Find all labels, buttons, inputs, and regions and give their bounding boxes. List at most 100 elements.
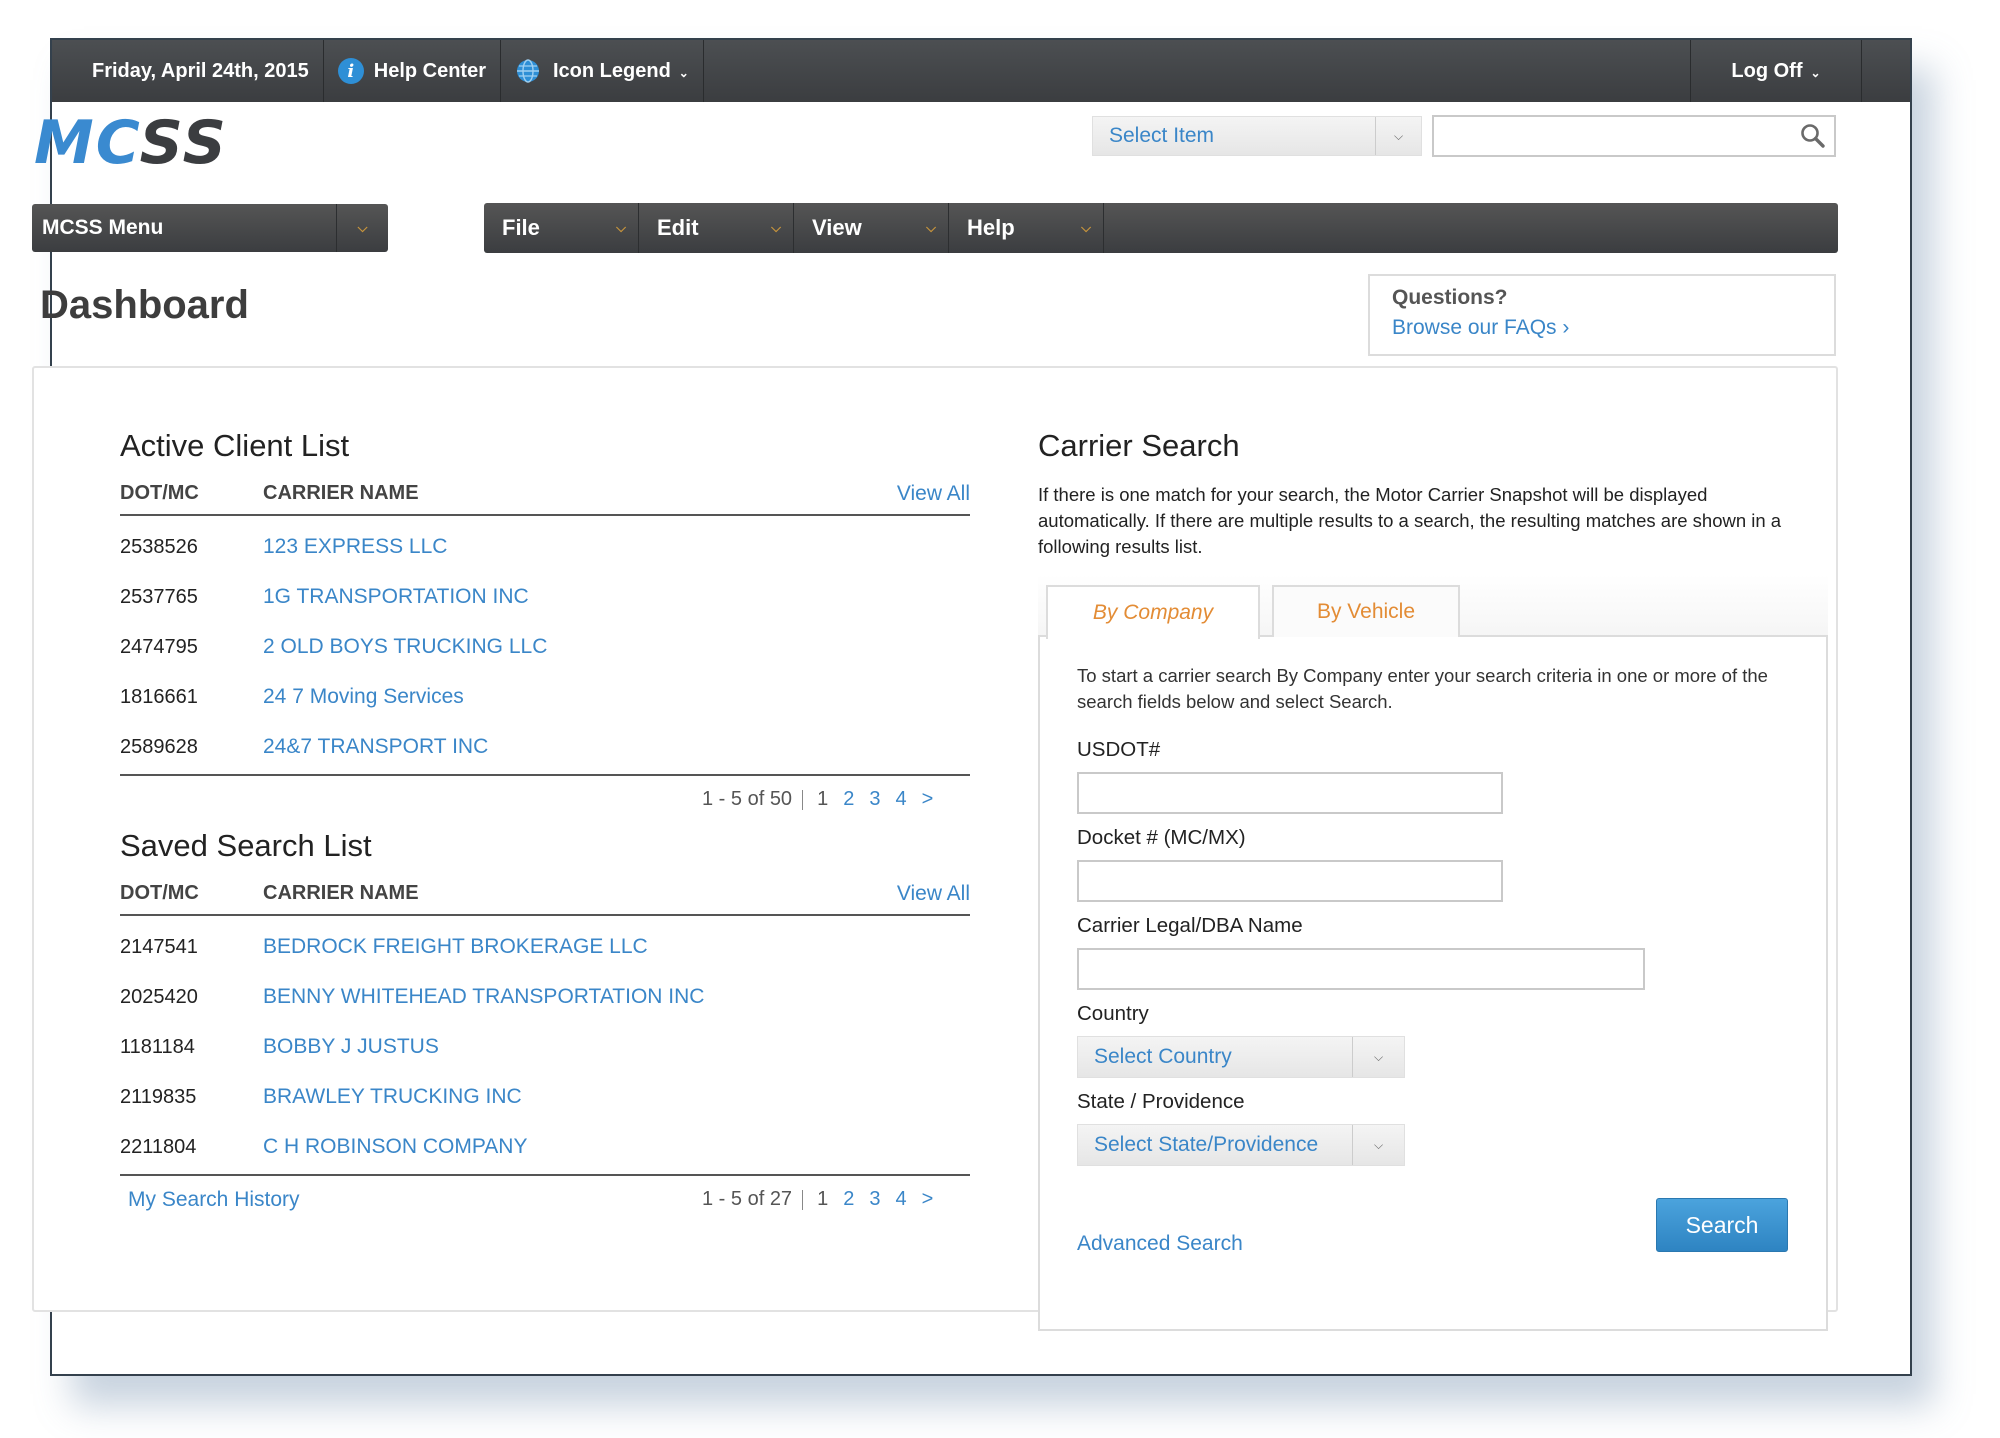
col-dot-mc: DOT/MC (120, 482, 199, 504)
pager-page-1[interactable]: 1 (817, 1188, 828, 1211)
active-client-list-header: DOT/MC CARRIER NAME View All (120, 478, 970, 516)
dot-number: 2211804 (120, 1136, 197, 1158)
icon-legend-label: Icon Legend (553, 59, 671, 82)
chevron-down-icon: ⌵ (771, 220, 781, 235)
help-center-label: Help Center (373, 59, 486, 82)
carrier-name-link[interactable]: 123 EXPRESS LLC (263, 535, 447, 559)
search-icon[interactable] (1800, 123, 1826, 149)
carrier-search-title: Carrier Search (1038, 428, 1240, 463)
carrier-name-link[interactable]: BOBBY J JUSTUS (263, 1035, 439, 1059)
select-item-dropdown[interactable]: Select Item ⌵ (1092, 116, 1422, 156)
menu-file[interactable]: File ⌵ (484, 203, 639, 253)
log-off-dropdown[interactable]: Log Off ⌄ (1690, 40, 1862, 102)
state-select-label: Select State/Providence (1094, 1133, 1319, 1156)
chevron-down-icon: ⌵ (1352, 1125, 1404, 1165)
state-select[interactable]: Select State/Providence ⌵ (1077, 1124, 1405, 1166)
usdot-input[interactable] (1079, 774, 1501, 812)
pager-page-3[interactable]: 3 (869, 788, 880, 811)
icon-legend-dropdown[interactable]: Icon Legend ⌄ (501, 40, 704, 102)
saved-search-pager: 1 - 5 of 27 1 2 3 4 > (702, 1188, 948, 1211)
table-row: 2537765 1G TRANSPORTATION INC (120, 572, 970, 622)
carrier-name-link[interactable]: 24 7 Moving Services (263, 685, 464, 709)
menu-view[interactable]: View ⌵ (794, 203, 949, 253)
info-icon: i (337, 58, 364, 84)
docket-label: Docket # (MC/MX) (1077, 826, 1246, 849)
chevron-down-icon: ⌵ (616, 220, 626, 235)
usdot-label: USDOT# (1077, 738, 1161, 761)
carrier-name-label: Carrier Legal/DBA Name (1077, 914, 1303, 937)
active-client-pager: 1 - 5 of 50 1 2 3 4 > (702, 788, 948, 811)
pager-page-1[interactable]: 1 (817, 788, 828, 811)
carrier-name-field[interactable] (1077, 948, 1645, 990)
tab-by-company[interactable]: By Company (1046, 585, 1260, 639)
pager-page-2[interactable]: 2 (843, 788, 854, 811)
carrier-name-link[interactable]: BENNY WHITEHEAD TRANSPORTATION INC (263, 985, 704, 1009)
carrier-name-link[interactable]: 1G TRANSPORTATION INC (263, 585, 529, 609)
carrier-name-link[interactable]: 2 OLD BOYS TRUCKING LLC (263, 635, 547, 659)
pager-separator (802, 789, 804, 810)
menu-view-label: View (812, 215, 862, 240)
search-button[interactable]: Search (1656, 1198, 1788, 1252)
faq-link[interactable]: Browse our FAQs › (1392, 316, 1812, 340)
chevron-down-icon: ⌵ (1352, 1037, 1404, 1077)
dot-number: 1181184 (120, 1036, 195, 1058)
menu-bar: File ⌵ Edit ⌵ View ⌵ Help ⌵ (484, 203, 1838, 253)
table-row: 2147541 BEDROCK FREIGHT BROKERAGE LLC (120, 922, 970, 972)
col-carrier-name: CARRIER NAME (263, 482, 419, 504)
table-row: 2119835 BRAWLEY TRUCKING INC (120, 1072, 970, 1122)
form-intro-text: To start a carrier search By Company ent… (1077, 665, 1768, 712)
menu-help-label: Help (967, 215, 1015, 240)
table-row: 1816661 24 7 Moving Services (120, 672, 970, 722)
logo-part-ss: SS (139, 108, 228, 178)
pager-next[interactable]: > (922, 788, 934, 811)
header-search-input[interactable] (1434, 117, 1794, 155)
carrier-search-description: If there is one match for your search, t… (1038, 484, 1782, 557)
chevron-down-icon: ⌄ (1810, 66, 1821, 80)
view-all-link[interactable]: View All (897, 882, 970, 906)
usdot-field[interactable] (1077, 772, 1503, 814)
header-search-box[interactable] (1432, 115, 1836, 157)
docket-input[interactable] (1079, 862, 1501, 900)
menu-edit[interactable]: Edit ⌵ (639, 203, 794, 253)
saved-search-list-title: Saved Search List (120, 828, 372, 863)
mcss-menu-dropdown[interactable]: MCSS Menu ⌵ (32, 204, 388, 252)
pager-summary: 1 - 5 of 50 (702, 788, 793, 810)
log-off-label: Log Off (1731, 59, 1803, 82)
select-item-label: Select Item (1109, 124, 1215, 147)
help-center-link[interactable]: i Help Center (324, 40, 501, 102)
table-row: 2474795 2 OLD BOYS TRUCKING LLC (120, 622, 970, 672)
chevron-down-icon: ⌵ (1081, 220, 1091, 235)
pager-next[interactable]: > (922, 1188, 934, 1211)
pager-page-4[interactable]: 4 (895, 1188, 906, 1211)
page-title: Dashboard (40, 283, 249, 327)
my-search-history-link[interactable]: My Search History (128, 1188, 300, 1212)
pager-page-2[interactable]: 2 (843, 1188, 854, 1211)
pager-page-3[interactable]: 3 (869, 1188, 880, 1211)
menu-help[interactable]: Help ⌵ (949, 203, 1104, 253)
top-bar: Friday, April 24th, 2015 i Help Center I… (52, 40, 1910, 102)
carrier-name-input[interactable] (1079, 950, 1643, 988)
list-divider (120, 1174, 970, 1176)
table-row: 2538526 123 EXPRESS LLC (120, 522, 970, 572)
carrier-name-link[interactable]: C H ROBINSON COMPANY (263, 1135, 527, 1159)
docket-field[interactable] (1077, 860, 1503, 902)
faq-box: Questions? Browse our FAQs › (1368, 274, 1836, 356)
tab-by-vehicle[interactable]: By Vehicle (1272, 585, 1460, 637)
chevron-down-icon: ⌵ (926, 220, 936, 235)
advanced-search-link[interactable]: Advanced Search (1077, 1232, 1243, 1256)
carrier-name-link[interactable]: BEDROCK FREIGHT BROKERAGE LLC (263, 935, 648, 959)
view-all-link[interactable]: View All (897, 482, 970, 506)
list-divider (120, 774, 970, 776)
carrier-name-link[interactable]: 24&7 TRANSPORT INC (263, 735, 488, 759)
pager-page-4[interactable]: 4 (895, 788, 906, 811)
table-row: 2025420 BENNY WHITEHEAD TRANSPORTATION IN… (120, 972, 970, 1022)
pager-summary: 1 - 5 of 27 (702, 1188, 793, 1210)
dot-number: 2589628 (120, 736, 198, 758)
dot-number: 2538526 (120, 536, 198, 558)
chevron-down-icon: ⌵ (1375, 117, 1421, 155)
carrier-name-link[interactable]: BRAWLEY TRUCKING INC (263, 1085, 522, 1109)
mcss-logo: MCSS (34, 108, 228, 178)
saved-search-list-header: DOT/MC CARRIER NAME View All (120, 878, 970, 916)
country-select[interactable]: Select Country ⌵ (1077, 1036, 1405, 1078)
